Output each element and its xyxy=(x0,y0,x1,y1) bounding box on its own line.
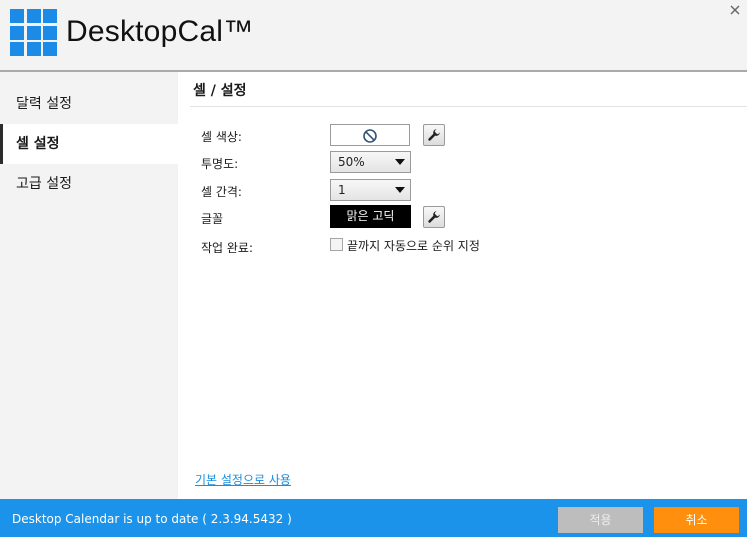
grid-logo-icon xyxy=(10,9,57,56)
opacity-value: 50% xyxy=(338,155,365,169)
title-bar: DesktopCal™ xyxy=(0,0,747,72)
task-complete-label: 작업 완료: xyxy=(201,241,254,255)
no-color-icon xyxy=(363,129,377,143)
auto-priority-label: 끝까지 자동으로 순위 지정 xyxy=(347,239,480,253)
wrench-icon xyxy=(428,211,440,223)
cell-color-label: 셀 색상: xyxy=(201,130,242,144)
font-wrench-button[interactable] xyxy=(423,206,445,228)
sidebar-item-label: 고급 설정 xyxy=(16,176,72,192)
sidebar-item-label: 셀 설정 xyxy=(16,136,60,152)
chevron-down-icon xyxy=(395,187,405,193)
opacity-label: 투명도: xyxy=(201,157,239,171)
update-status-text: Desktop Calendar is up to date ( 2.3.94.… xyxy=(12,512,292,526)
opacity-select[interactable]: 50% xyxy=(330,151,411,173)
sidebar-item-label: 달력 설정 xyxy=(16,96,72,112)
font-preview-button[interactable]: 맑은 고딕 xyxy=(330,205,411,228)
cell-spacing-select[interactable]: 1 xyxy=(330,179,411,201)
apply-button[interactable]: 적용 xyxy=(558,507,643,533)
app-title: DesktopCal™ xyxy=(66,15,254,48)
cell-spacing-value: 1 xyxy=(338,183,346,197)
chevron-down-icon xyxy=(395,159,405,165)
auto-priority-checkbox[interactable] xyxy=(330,238,343,251)
cancel-button[interactable]: 취소 xyxy=(654,507,739,533)
wrench-icon xyxy=(428,129,440,141)
font-label: 글꼴 xyxy=(201,212,224,226)
close-icon[interactable] xyxy=(727,2,743,18)
section-divider xyxy=(190,106,747,107)
status-bar: Desktop Calendar is up to date ( 2.3.94.… xyxy=(0,499,747,537)
sidebar-item-advanced-settings[interactable]: 고급 설정 xyxy=(0,164,178,204)
section-title: 셀 / 설정 xyxy=(193,83,247,99)
settings-panel: 셀 / 설정 셀 색상: 투명도: 50% 셀 간격: 1 글꼴 맑은 고딕 작… xyxy=(178,72,747,499)
cell-spacing-label: 셀 간격: xyxy=(201,185,242,199)
cell-color-picker[interactable] xyxy=(330,124,410,146)
sidebar: 달력 설정 셀 설정 고급 설정 xyxy=(0,72,178,499)
restore-defaults-link[interactable]: 기본 설정으로 사용 xyxy=(195,471,291,488)
cell-color-wrench-button[interactable] xyxy=(423,124,445,146)
sidebar-item-cell-settings[interactable]: 셀 설정 xyxy=(0,124,178,164)
sidebar-item-calendar-settings[interactable]: 달력 설정 xyxy=(0,84,178,124)
